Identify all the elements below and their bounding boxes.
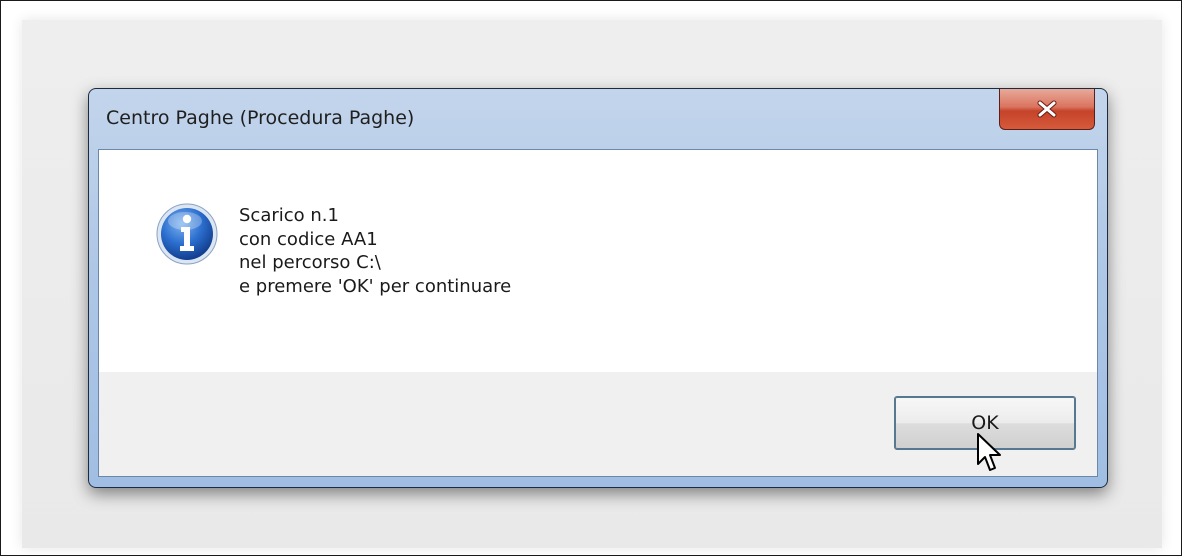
close-icon xyxy=(1037,100,1057,118)
window-title: Centro Paghe (Procedura Paghe) xyxy=(106,107,415,129)
mouse-pointer-icon xyxy=(977,433,1001,471)
message-line: Scarico n.1 xyxy=(239,205,339,226)
message-line: con codice AA1 xyxy=(239,228,378,250)
close-button[interactable] xyxy=(999,89,1095,130)
dialog-content: Scarico n.1 con codice AA1 nel percorso … xyxy=(98,149,1098,477)
dialog-message: Scarico n.1 con codice AA1 nel percorso … xyxy=(239,204,511,298)
title-bar[interactable]: Centro Paghe (Procedura Paghe) xyxy=(89,89,1107,149)
button-area: OK xyxy=(99,372,1097,476)
message-area: Scarico n.1 con codice AA1 nel percorso … xyxy=(99,150,1097,372)
message-line: e premere 'OK' per continuare xyxy=(239,275,512,297)
message-dialog: Centro Paghe (Procedura Paghe) Scarico n… xyxy=(88,88,1108,488)
message-line: nel percorso C:\ xyxy=(239,252,381,273)
info-icon xyxy=(156,203,218,265)
